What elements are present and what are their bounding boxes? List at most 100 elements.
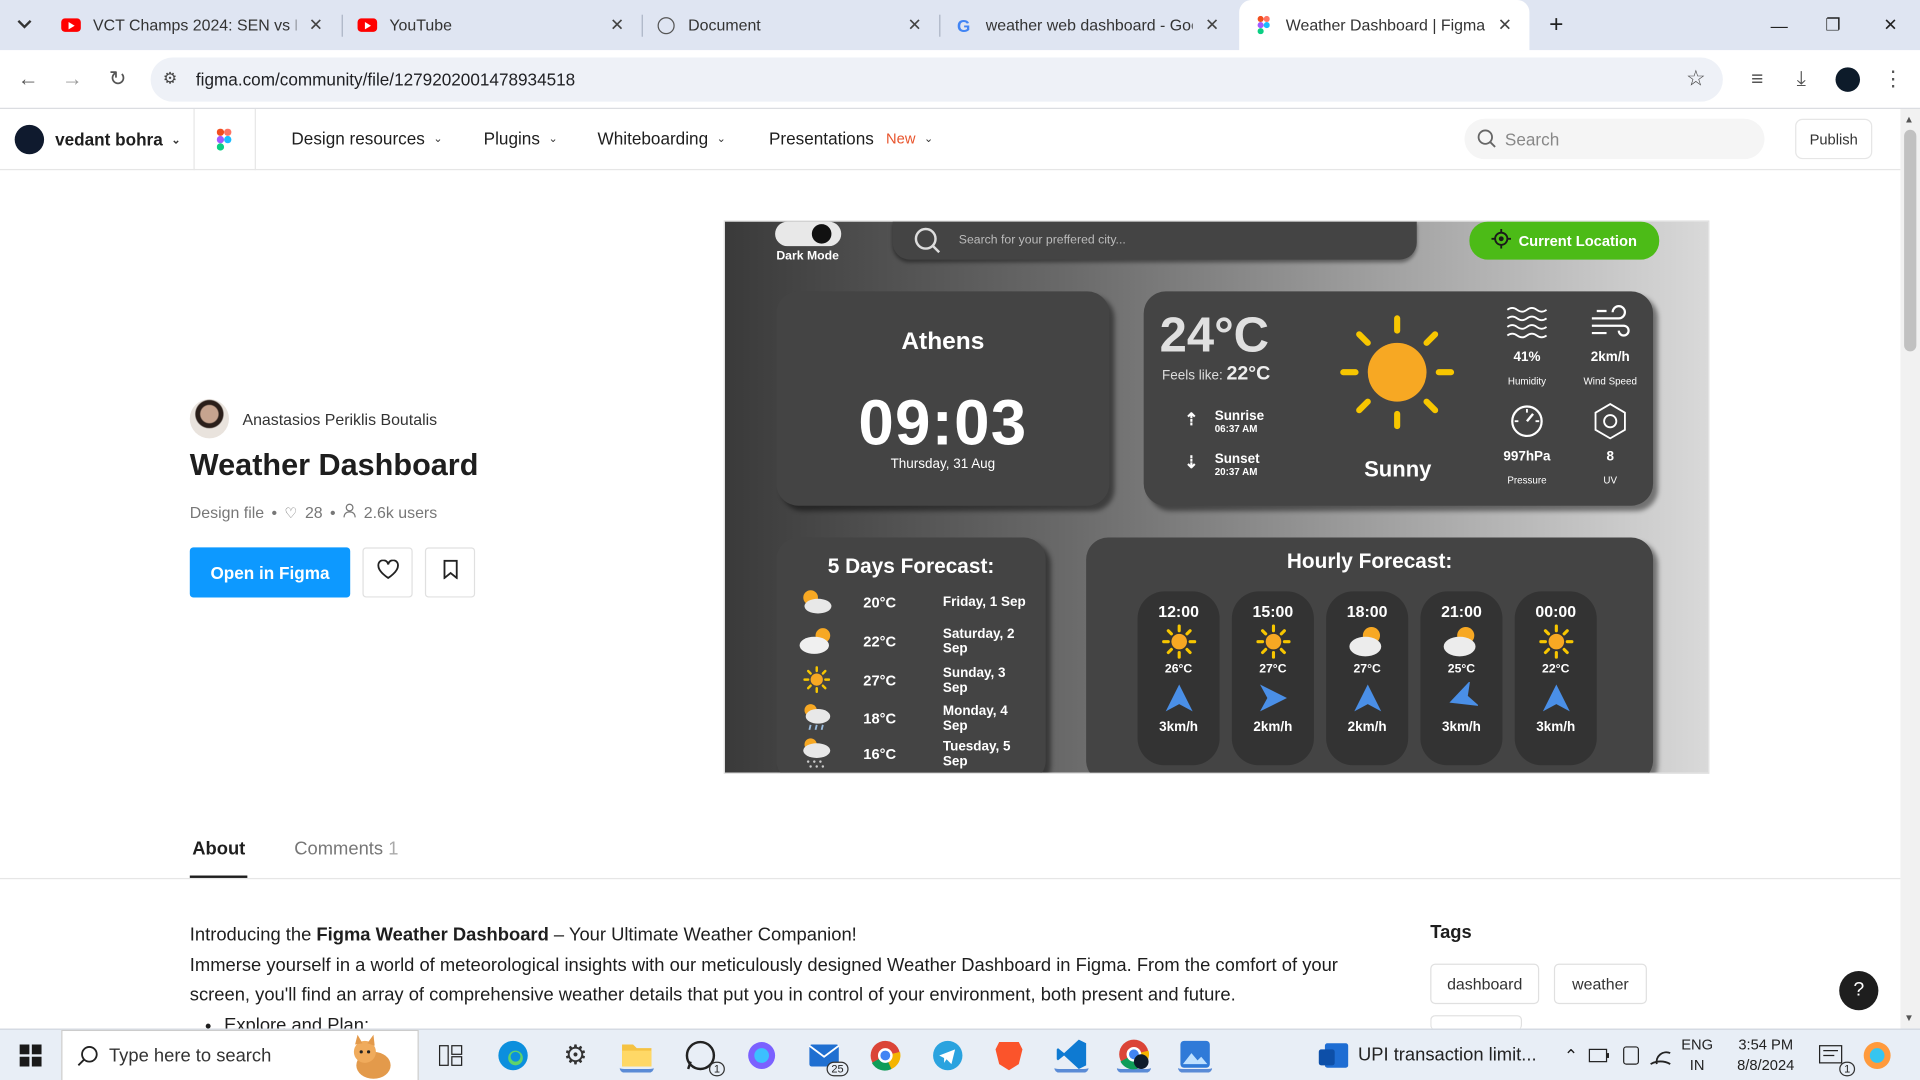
wifi-icon[interactable] <box>1643 1038 1677 1072</box>
close-icon[interactable]: ✕ <box>306 15 326 36</box>
uv-stat: 8 UV <box>1573 403 1646 486</box>
figma-logo-icon[interactable] <box>216 128 232 151</box>
taskbar-notification-text[interactable]: UPI transaction limit... <box>1358 1044 1537 1065</box>
close-icon[interactable]: ✕ <box>1202 15 1222 36</box>
reload-button[interactable]: ↻ <box>104 66 131 93</box>
media-control-icon[interactable]: ≡ <box>1744 66 1771 93</box>
whatsapp-icon[interactable]: 1 <box>683 1038 725 1077</box>
telegram-icon[interactable] <box>931 1038 965 1072</box>
open-in-figma-button[interactable]: Open in Figma <box>189 547 351 598</box>
chrome-icon[interactable] <box>868 1038 902 1072</box>
battery-icon[interactable] <box>1582 1038 1616 1072</box>
chevron-down-icon: ⌄ <box>433 131 443 144</box>
taskbar-search-input[interactable]: Type here to search <box>61 1029 419 1080</box>
close-window-button[interactable]: ✕ <box>1862 0 1918 50</box>
dark-mode-toggle <box>775 221 842 247</box>
tab-comments[interactable]: Comments 1 <box>294 839 398 878</box>
forward-button[interactable]: → <box>59 66 86 93</box>
copilot-icon[interactable] <box>744 1038 778 1072</box>
close-icon[interactable]: ✕ <box>1495 15 1515 36</box>
back-button[interactable]: ← <box>15 66 42 93</box>
tag-chip[interactable]: weather <box>1553 963 1647 1005</box>
browser-tab[interactable]: Document ✕ <box>642 0 940 50</box>
browser-tab-active[interactable]: Weather Dashboard | Figma ✕ <box>1239 0 1530 51</box>
sunset-row: ⇣ Sunset 20:37 AM <box>1178 452 1259 478</box>
clock[interactable]: 3:54 PM 8/8/2024 <box>1727 1035 1805 1077</box>
url-text[interactable]: figma.com/community/file/127920200147893… <box>196 70 575 90</box>
city-time-card: Athens 09:03 Thursday, 31 Aug <box>776 291 1110 506</box>
search-icon <box>913 227 941 260</box>
partly-cloudy-icon <box>1420 621 1502 663</box>
search-input[interactable]: Search <box>1464 118 1765 160</box>
notification-app-icon[interactable] <box>1316 1040 1350 1074</box>
windows-taskbar: Type here to search ⚙ 1 25 UPI transacti… <box>0 1028 1920 1080</box>
search-icon <box>1477 129 1497 155</box>
close-icon[interactable]: ✕ <box>607 15 627 36</box>
like-button[interactable] <box>362 547 413 598</box>
file-preview-thumbnail[interactable]: Dark Mode Search for your preffered city… <box>723 220 1710 774</box>
bookmark-button[interactable] <box>424 547 476 598</box>
sun-icon <box>798 665 831 697</box>
edge-icon[interactable] <box>496 1038 530 1072</box>
close-icon[interactable]: ✕ <box>905 15 925 36</box>
bookmark-star-icon[interactable]: ☆ <box>1686 66 1706 92</box>
maximize-button[interactable]: ❐ <box>1805 0 1861 50</box>
heart-icon: ♡ <box>284 503 298 522</box>
hourly-forecast-card: Hourly Forecast: 12:00 26°C 3km/h 15:00 … <box>1086 537 1654 773</box>
author-link[interactable]: Anastasios Periklis Boutalis <box>189 399 437 439</box>
help-button[interactable]: ? <box>1839 971 1879 1011</box>
page-scrollbar[interactable]: ▲ ▼ <box>1900 108 1920 1029</box>
download-icon[interactable]: ⤓ <box>1788 66 1815 93</box>
new-badge: New <box>886 129 916 147</box>
new-tab-button[interactable]: + <box>1528 0 1584 50</box>
settings-gear-icon[interactable]: ⚙ <box>558 1038 592 1072</box>
author-avatar <box>189 399 229 439</box>
brave-icon[interactable] <box>992 1038 1026 1072</box>
nav-plugins[interactable]: Plugins ⌄ <box>484 129 558 149</box>
avatar <box>14 124 45 155</box>
nav-presentations[interactable]: Presentations New ⌄ <box>769 129 933 149</box>
minimize-button[interactable]: — <box>1751 0 1807 50</box>
nav-whiteboarding[interactable]: Whiteboarding ⌄ <box>598 129 726 149</box>
heart-icon <box>376 559 399 586</box>
tab-about[interactable]: About <box>189 839 248 878</box>
site-settings-icon[interactable]: ⚙ <box>163 69 177 89</box>
browser-menu-icon[interactable]: ⋮ <box>1880 66 1907 93</box>
globe-icon <box>656 15 676 35</box>
scrollbar-thumb[interactable] <box>1904 129 1917 352</box>
hourly-item: 15:00 27°C 2km/h <box>1231 591 1314 766</box>
tab-search-button[interactable] <box>11 11 38 38</box>
nav-design-resources[interactable]: Design resources ⌄ <box>291 129 442 149</box>
forecast-row: 22°C Saturday, 2 Sep <box>798 627 1031 656</box>
humidity-icon <box>1490 304 1563 341</box>
mail-icon[interactable]: 25 <box>807 1038 849 1077</box>
tags-heading: Tags <box>1430 922 1472 943</box>
forecast-row: 27°C Sunday, 3 Sep <box>798 665 1031 697</box>
browser-tab[interactable]: G weather web dashboard - Goog ✕ <box>939 0 1237 50</box>
publish-button[interactable]: Publish <box>1795 118 1873 160</box>
wind-icon <box>1573 304 1646 341</box>
profile-avatar[interactable] <box>1835 67 1861 92</box>
photos-icon[interactable] <box>1177 1038 1213 1073</box>
chevron-down-icon: ⌄ <box>716 131 726 144</box>
browser-tab[interactable]: VCT Champs 2024: SEN vs FPX ( ✕ <box>47 0 341 50</box>
preview-search-bar: Search for your preffered city... <box>892 221 1417 260</box>
language-indicator[interactable]: ENG IN <box>1678 1035 1717 1077</box>
windows-start-icon[interactable] <box>13 1038 47 1072</box>
chrome-profile-icon[interactable] <box>1116 1038 1152 1073</box>
notifications-icon[interactable]: 1 <box>1813 1038 1856 1077</box>
vscode-icon[interactable] <box>1054 1038 1089 1073</box>
task-view-icon[interactable] <box>433 1038 467 1072</box>
tag-chip[interactable]: dashboard <box>1430 963 1540 1005</box>
copilot-preview-icon[interactable] <box>1860 1038 1894 1072</box>
cat-illustration-icon <box>344 1033 400 1080</box>
sun-icon <box>1515 621 1597 663</box>
wind-direction-icon <box>1515 676 1597 720</box>
omnibox[interactable]: ⚙ figma.com/community/file/1279202001478… <box>150 57 1723 102</box>
browser-tab[interactable]: YouTube ✕ <box>343 0 642 50</box>
file-explorer-icon[interactable] <box>619 1038 654 1073</box>
user-menu[interactable]: vedant bohra ⌄ <box>14 124 181 156</box>
forecast-row: 16°C Tuesday, 5 Sep <box>798 737 1031 769</box>
search-icon <box>77 1044 99 1072</box>
chevron-down-icon: ⌄ <box>171 132 181 146</box>
